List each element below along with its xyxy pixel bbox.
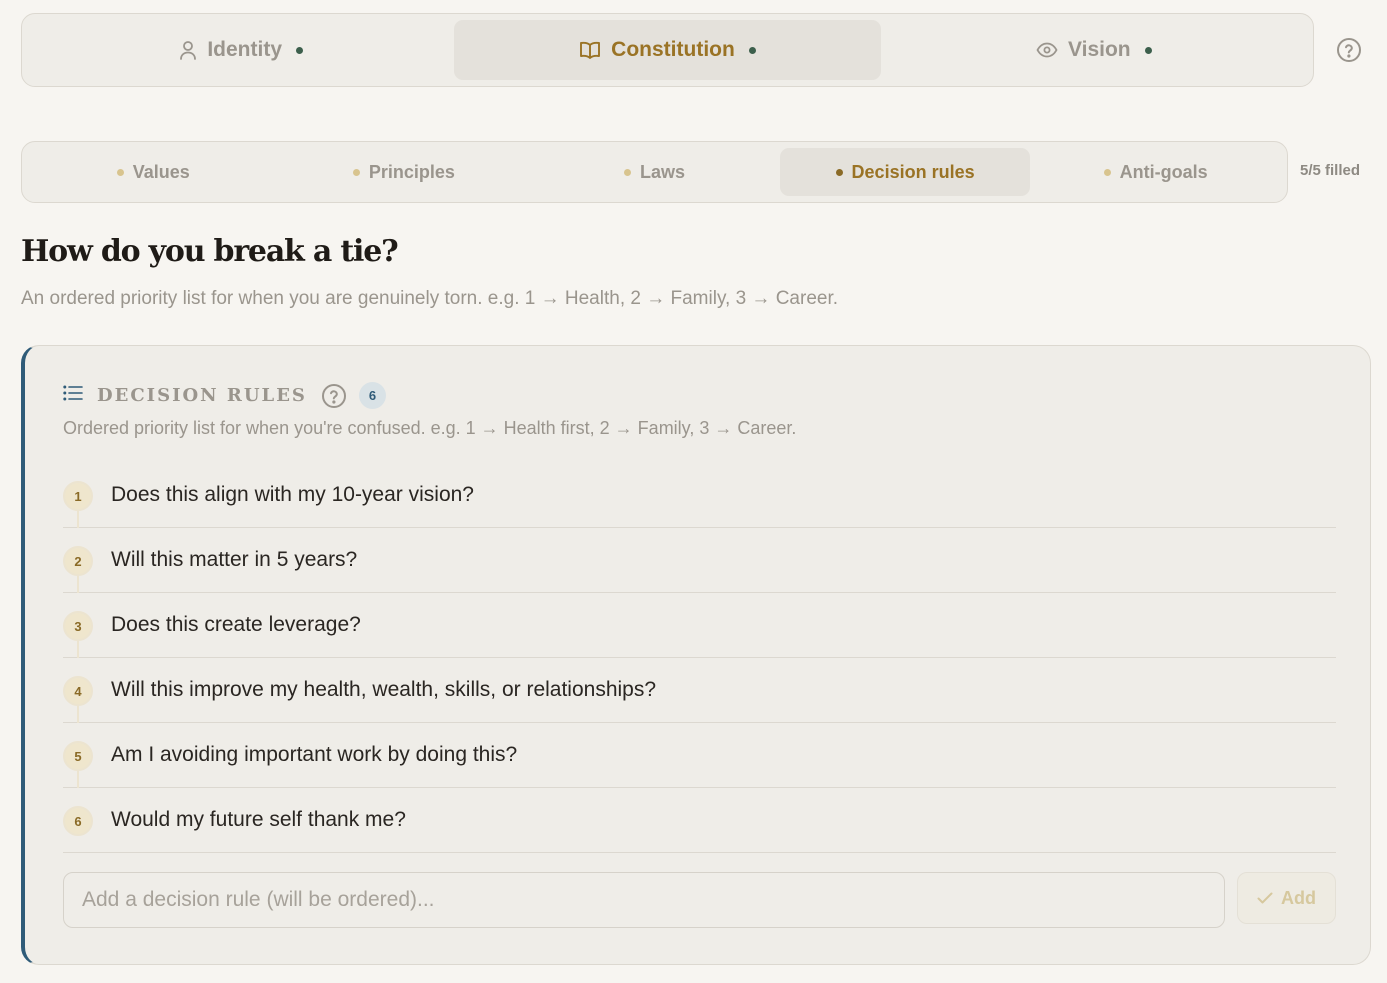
tab-decision-rules-label: Decision rules	[851, 161, 975, 182]
list-item[interactable]: 1 Does this align with my 10-year vision…	[63, 463, 1336, 528]
card-description: Ordered priority list for when you're co…	[63, 418, 797, 438]
help-icon[interactable]	[321, 383, 347, 409]
rule-text: Would my future self thank me?	[111, 808, 406, 831]
tab-identity-label: Identity	[207, 38, 282, 61]
section-tab-bar: Values Principles Laws Decision rules An…	[21, 141, 1288, 203]
eye-icon	[1036, 42, 1058, 58]
decision-rules-card: DECISION RULES 6 Ordered priority list f…	[21, 345, 1371, 965]
status-dot	[748, 46, 756, 54]
rule-text: Will this matter in 5 years?	[111, 548, 358, 571]
rule-text: Does this create leverage?	[111, 613, 361, 636]
status-dot	[623, 168, 631, 176]
book-icon	[579, 41, 601, 59]
rule-number: 3	[63, 611, 93, 641]
rule-number: 1	[63, 481, 93, 511]
help-icon[interactable]	[1336, 37, 1362, 63]
add-button[interactable]: Add	[1237, 872, 1336, 924]
tab-constitution[interactable]: Constitution	[454, 20, 881, 80]
status-dot	[1144, 46, 1152, 54]
list-item[interactable]: 6 Would my future self thank me?	[63, 788, 1336, 853]
rule-text: Am I avoiding important work by doing th…	[111, 743, 518, 766]
tab-principles[interactable]: Principles	[279, 148, 530, 196]
status-dot	[116, 168, 124, 176]
card-title: DECISION RULES	[97, 385, 307, 406]
list-icon	[63, 384, 83, 407]
list-item[interactable]: 4 Will this improve my health, wealth, s…	[63, 658, 1336, 723]
filled-status: 5/5 filled	[1300, 162, 1361, 179]
tab-values-label: Values	[132, 161, 190, 182]
tab-decision-rules[interactable]: Decision rules	[779, 148, 1031, 196]
connector-line	[77, 706, 79, 723]
connector-line	[77, 576, 79, 593]
rule-number: 2	[63, 546, 93, 576]
add-button-label: Add	[1281, 887, 1316, 908]
tab-identity[interactable]: Identity	[28, 20, 454, 80]
card-header: DECISION RULES 6	[63, 382, 386, 409]
rule-number: 5	[63, 741, 93, 771]
status-dot	[352, 168, 360, 176]
status-dot	[1103, 168, 1111, 176]
page-subtitle: An ordered priority list for when you ar…	[21, 288, 839, 309]
tab-vision[interactable]: Vision	[881, 20, 1307, 80]
tab-values[interactable]: Values	[28, 148, 279, 196]
check-icon	[1257, 888, 1273, 909]
rule-number: 6	[63, 806, 93, 836]
rule-number: 4	[63, 676, 93, 706]
rule-text: Will this improve my health, wealth, ski…	[111, 678, 657, 701]
rule-list: 1 Does this align with my 10-year vision…	[63, 463, 1336, 853]
tab-laws[interactable]: Laws	[529, 148, 780, 196]
page-title: How do you break a tie?	[21, 234, 399, 269]
connector-line	[77, 771, 79, 788]
tab-laws-label: Laws	[639, 161, 685, 182]
rule-text: Does this align with my 10-year vision?	[111, 483, 474, 506]
status-dot	[296, 46, 303, 54]
list-item[interactable]: 5 Am I avoiding important work by doing …	[63, 723, 1336, 788]
tab-anti-goals[interactable]: Anti-goals	[1030, 148, 1281, 196]
list-item[interactable]: 2 Will this matter in 5 years?	[63, 528, 1336, 593]
tab-constitution-label: Constitution	[611, 38, 735, 61]
top-tab-bar: Identity Constitution Vision	[21, 13, 1314, 87]
status-dot	[835, 168, 843, 176]
connector-line	[77, 511, 79, 528]
list-item[interactable]: 3 Does this create leverage?	[63, 593, 1336, 658]
tab-vision-label: Vision	[1068, 38, 1131, 61]
tab-principles-label: Principles	[368, 161, 455, 182]
user-icon	[179, 40, 197, 60]
connector-line	[77, 641, 79, 658]
add-rule-input[interactable]	[63, 872, 1225, 928]
tab-anti-goals-label: Anti-goals	[1119, 161, 1208, 182]
count-badge: 6	[358, 382, 386, 409]
